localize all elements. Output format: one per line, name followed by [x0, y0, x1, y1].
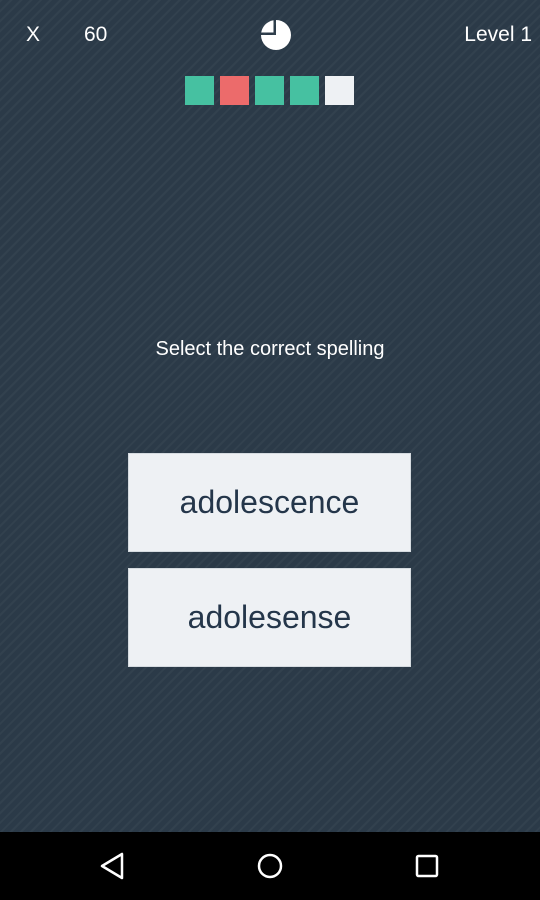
- recents-square-icon[interactable]: [407, 846, 447, 886]
- progress-square-correct: [255, 76, 284, 105]
- question-prompt: Select the correct spelling: [155, 338, 385, 360]
- timer-value: 60: [84, 23, 108, 46]
- progress-square-correct: [185, 76, 214, 105]
- back-triangle-icon[interactable]: [93, 846, 133, 886]
- navigation-bar: [0, 832, 540, 900]
- progress-square-current: [325, 76, 354, 105]
- level-label: Level 1: [464, 23, 532, 46]
- progress-square-wrong: [220, 76, 249, 105]
- answer-button-2[interactable]: adolesense: [128, 568, 411, 667]
- close-button[interactable]: X: [20, 20, 46, 50]
- progress-indicator: [185, 76, 360, 105]
- game-screen: X 60 Level 1 Select the correct spelling…: [0, 0, 540, 832]
- progress-square-correct: [290, 76, 319, 105]
- answer-button-1[interactable]: adolescence: [128, 453, 411, 552]
- pie-timer-icon: [261, 20, 291, 50]
- top-bar: X 60 Level 1: [0, 0, 540, 70]
- home-circle-icon[interactable]: [250, 846, 290, 886]
